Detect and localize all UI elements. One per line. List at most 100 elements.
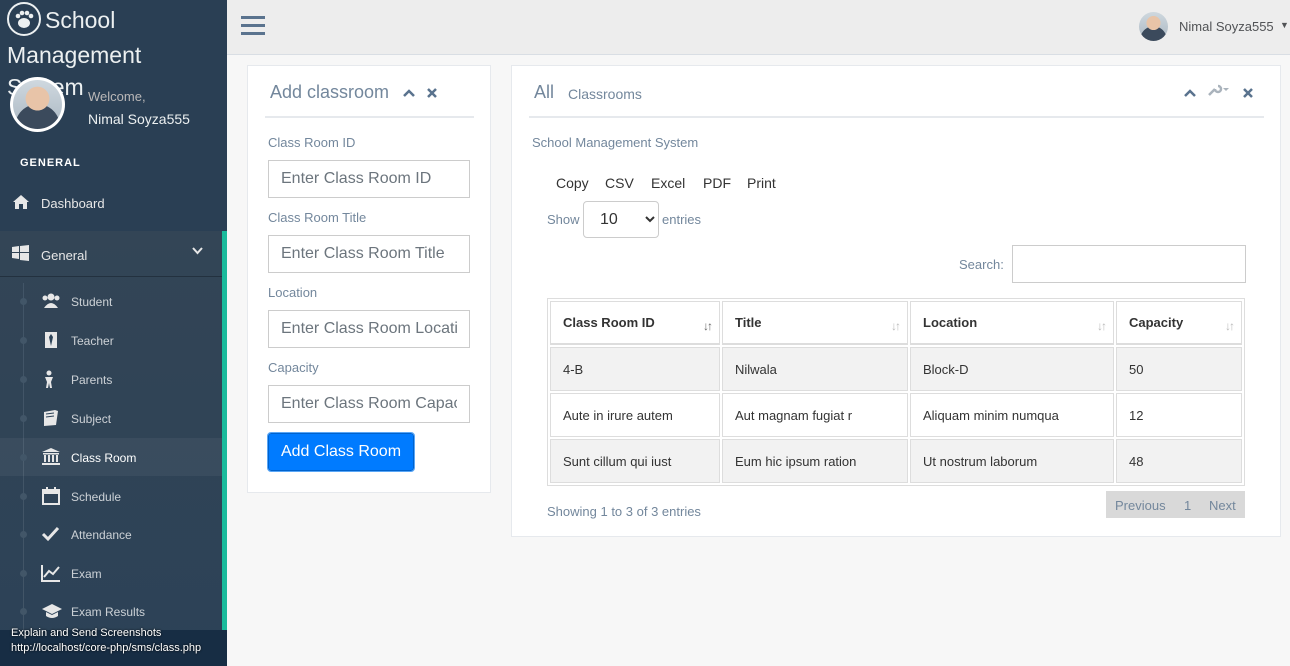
csv-button[interactable]: CSV — [605, 175, 634, 191]
users-icon — [41, 292, 61, 310]
class-room-title-input[interactable] — [268, 235, 470, 273]
sidebar-item-label: Schedule — [71, 490, 122, 504]
excel-button[interactable]: Excel — [651, 175, 685, 191]
table-cell: Sunt cillum qui iust — [550, 439, 720, 483]
table-cell: 50 — [1116, 347, 1242, 391]
classrooms-table: Class Room ID ↓↑ Title ↓↑ Location ↓↑ Capac… — [547, 298, 1245, 486]
check-icon — [41, 525, 61, 543]
class-room-title-label: Class Room Title — [268, 210, 367, 225]
tie-icon — [41, 331, 61, 349]
add-classroom-panel: Add classroom Class Room ID Class Room T… — [247, 65, 491, 493]
location-label: Location — [268, 285, 318, 300]
child-icon — [41, 370, 61, 388]
table-cell: Aliquam minim numqua — [910, 393, 1114, 437]
avatar — [10, 77, 65, 132]
graduation-cap-icon — [41, 602, 62, 620]
user-name: Nimal Soyza555 — [1179, 19, 1274, 34]
column-header-title[interactable]: Title ↓↑ — [722, 301, 908, 345]
status-line-1: Explain and Send Screenshots — [11, 627, 162, 639]
sort-asc-icon: ↓↑ — [703, 319, 713, 333]
show-label: Show — [547, 212, 580, 227]
sidebar-item-subject[interactable]: Subject — [0, 399, 222, 437]
sidebar-item-student[interactable]: Student — [0, 282, 222, 320]
caret-down-icon: ▼ — [1280, 20, 1289, 30]
sidebar-item-label: General — [41, 248, 88, 263]
sidebar-item-label: Subject — [71, 412, 112, 426]
table-cell: Nilwala — [722, 347, 908, 391]
table-row[interactable]: 4-B Nilwala Block-D 50 — [550, 347, 1242, 391]
top-navbar: Nimal Soyza555 ▼ — [227, 0, 1290, 55]
calendar-icon — [41, 487, 61, 505]
sidebar-item-attendance[interactable]: Attendance — [0, 515, 222, 553]
table-row[interactable]: Aute in irure autem Aut magnam fugiat r … — [550, 393, 1242, 437]
menu-toggle-icon[interactable] — [241, 16, 265, 38]
table-cell: 48 — [1116, 439, 1242, 483]
profile-name: Nimal Soyza555 — [88, 111, 190, 127]
chevron-down-icon — [192, 246, 203, 258]
close-icon[interactable] — [1243, 85, 1253, 101]
print-button[interactable]: Print — [747, 175, 776, 191]
table-row[interactable]: Sunt cillum qui iust Eum hic ipsum ratio… — [550, 439, 1242, 483]
sidebar-item-label: Student — [71, 295, 113, 309]
close-icon[interactable] — [427, 85, 437, 101]
table-info: Showing 1 to 3 of 3 entries — [547, 504, 701, 519]
sidebar-item-exam[interactable]: Exam — [0, 554, 222, 592]
location-input[interactable] — [268, 310, 470, 348]
sort-icon: ↓↑ — [891, 319, 901, 333]
table-header-row: Class Room ID ↓↑ Title ↓↑ Location ↓↑ Capac… — [550, 301, 1242, 345]
windows-icon — [12, 245, 29, 264]
sidebar: School Management System Welcome, Nimal … — [0, 0, 227, 666]
sidebar-item-schedule[interactable]: Schedule — [0, 477, 222, 515]
sidebar-item-label: Attendance — [71, 528, 132, 542]
table-cell: Block-D — [910, 347, 1114, 391]
wrench-icon[interactable] — [1207, 83, 1231, 100]
table-cell: 4-B — [550, 347, 720, 391]
sidebar-item-parents[interactable]: Parents — [0, 360, 222, 398]
sidebar-item-label: Dashboard — [41, 196, 105, 211]
pdf-button[interactable]: PDF — [703, 175, 731, 191]
search-input[interactable] — [1012, 245, 1246, 283]
panel-title: Add classroom — [270, 82, 390, 102]
next-button[interactable]: Next — [1209, 498, 1236, 513]
search-label: Search: — [959, 257, 1004, 272]
table-cell: Aut magnam fugiat r — [722, 393, 908, 437]
capacity-input[interactable] — [268, 385, 470, 423]
pagination: Previous 1 Next — [1106, 491, 1245, 518]
sidebar-item-label: Parents — [71, 373, 113, 387]
sidebar-item-label: Exam Results — [71, 605, 146, 619]
copy-button[interactable]: Copy — [556, 175, 589, 191]
sort-icon: ↓↑ — [1097, 319, 1107, 333]
class-room-id-label: Class Room ID — [268, 135, 356, 150]
sidebar-item-class-room[interactable]: Class Room — [0, 438, 222, 476]
table-caption: School Management System — [532, 135, 699, 150]
class-room-id-input[interactable] — [268, 160, 470, 198]
table-cell: 12 — [1116, 393, 1242, 437]
book-icon — [41, 409, 61, 427]
home-icon — [12, 194, 30, 210]
line-chart-icon — [41, 564, 61, 582]
collapse-icon[interactable] — [1184, 85, 1196, 101]
sidebar-item-label: Exam — [71, 567, 102, 581]
sidebar-item-teacher[interactable]: Teacher — [0, 321, 222, 359]
sidebar-item-dashboard[interactable]: Dashboard — [0, 186, 227, 220]
add-class-room-button[interactable]: Add Class Room — [267, 432, 415, 472]
column-header-location[interactable]: Location ↓↑ — [910, 301, 1114, 345]
sidebar-item-exam-results[interactable]: Exam Results — [0, 592, 222, 630]
paw-icon — [7, 1, 41, 36]
previous-button[interactable]: Previous — [1115, 498, 1166, 513]
page-1-button[interactable]: 1 — [1184, 498, 1191, 513]
column-header-capacity[interactable]: Capacity ↓↑ — [1116, 301, 1242, 345]
column-header-class-room-id[interactable]: Class Room ID ↓↑ — [550, 301, 720, 345]
status-url: http://localhost/core-php/sms/class.php — [11, 642, 202, 654]
collapse-icon[interactable] — [403, 85, 415, 101]
table-cell: Aute in irure autem — [550, 393, 720, 437]
sidebar-item-general[interactable]: General — [0, 231, 222, 277]
sidebar-item-label: Class Room — [71, 451, 137, 465]
institution-icon — [41, 448, 61, 466]
sidebar-item-label: Teacher — [71, 334, 114, 348]
sidebar-group-general: General Student Teacher Parents Subject … — [0, 231, 227, 666]
welcome-text: Welcome, — [88, 89, 146, 104]
page-length-select[interactable]: 10 — [583, 201, 659, 238]
all-classrooms-panel: All Classrooms School Management System … — [511, 65, 1281, 537]
panel-title: All — [534, 82, 555, 102]
